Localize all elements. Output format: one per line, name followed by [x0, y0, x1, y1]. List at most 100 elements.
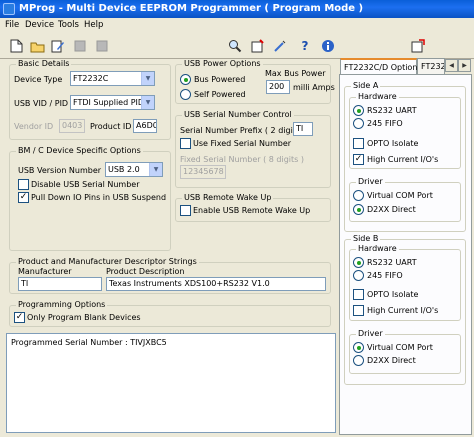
vendor-id-label: Vendor ID — [14, 122, 54, 131]
side-b-uart-radio[interactable] — [353, 257, 364, 268]
pulldown-label: Pull Down IO Pins in USB Suspend — [31, 193, 167, 202]
side-a-vcp-label: Virtual COM Port — [367, 191, 433, 200]
product-description-input[interactable]: Texas Instruments XDS100+RS232 V1.0 — [106, 277, 326, 291]
help-icon[interactable]: ? — [295, 36, 315, 56]
chevron-left-icon[interactable]: ◀ — [445, 59, 458, 72]
menu-file[interactable]: File — [5, 20, 19, 30]
manufacturer-label: Manufacturer — [18, 267, 72, 276]
side-a-fifo-label: 245 FIFO — [367, 119, 403, 128]
chevron-down-icon: ▼ — [149, 163, 162, 176]
manufacturer-input[interactable]: TI — [18, 277, 102, 291]
bm-options-title: BM / C Device Specific Options — [16, 146, 143, 155]
app-icon — [3, 3, 15, 15]
exit-icon[interactable] — [408, 36, 428, 56]
pulldown-checkbox[interactable]: ✓ — [18, 192, 29, 203]
chevron-down-icon: ▼ — [141, 72, 154, 85]
side-b-opto-label: OPTO Isolate — [367, 290, 419, 299]
tab-ft2232-options[interactable]: FT2232C/D Options — [340, 58, 422, 75]
side-a-opto-label: OPTO Isolate — [367, 139, 419, 148]
product-id-label: Product ID — [90, 122, 132, 131]
disable-serial-label: Disable USB Serial Number — [31, 180, 140, 189]
vidpid-select[interactable]: FTDI Supplied PID ▼ — [70, 95, 155, 110]
menu-device[interactable]: Device — [25, 20, 54, 30]
side-b-high-current-checkbox[interactable] — [353, 305, 364, 316]
chevron-down-icon: ▼ — [141, 96, 154, 109]
side-b-vcp-radio[interactable] — [353, 342, 364, 353]
bus-powered-label: Bus Powered — [194, 75, 246, 84]
side-b-d2xx-label: D2XX Direct — [367, 356, 416, 365]
side-a-high-current-checkbox[interactable]: ✓ — [353, 154, 364, 165]
programming-options-title: Programming Options — [16, 300, 108, 309]
side-a-driver-title: Driver — [356, 177, 385, 186]
program-icon[interactable] — [248, 36, 268, 56]
title-bar: MProg - Multi Device EEPROM Programmer (… — [0, 0, 474, 18]
menu-bar: File Device Tools Help — [0, 18, 474, 33]
side-a-opto-checkbox[interactable] — [353, 138, 364, 149]
vendor-id-input[interactable]: 0403 — [59, 119, 85, 133]
only-blank-label: Only Program Blank Devices — [27, 313, 141, 322]
disabled-icon[interactable] — [70, 36, 90, 56]
max-bus-power-input[interactable]: 200 — [266, 80, 290, 94]
serial-prefix-input[interactable]: TI — [293, 122, 313, 136]
side-b-opto-checkbox[interactable] — [353, 289, 364, 300]
usb-version-label: USB Version Number — [18, 166, 102, 175]
side-a-d2xx-radio[interactable] — [353, 204, 364, 215]
tab-body: Side A Hardware RS232 UART 245 FIFO OPTO… — [339, 74, 472, 435]
chevron-right-icon[interactable]: ▶ — [458, 59, 471, 72]
use-fixed-serial-checkbox[interactable] — [180, 138, 191, 149]
open-folder-icon[interactable] — [27, 36, 47, 56]
edit-icon[interactable] — [48, 36, 68, 56]
side-b-uart-label: RS232 UART — [367, 258, 417, 267]
device-type-value: FT2232C — [73, 74, 109, 83]
product-id-input[interactable]: A6D0 — [133, 119, 157, 133]
device-type-label: Device Type — [14, 75, 63, 84]
product-description-label: Product Description — [106, 267, 185, 276]
side-a-vcp-radio[interactable] — [353, 190, 364, 201]
basic-details-title: Basic Details — [16, 59, 72, 68]
only-blank-checkbox[interactable]: ✓ — [14, 312, 25, 323]
tab-ft232[interactable]: FT232 — [417, 58, 445, 74]
side-b-fifo-radio[interactable] — [353, 270, 364, 281]
toolbar: ? — [0, 33, 474, 59]
usb-version-select[interactable]: USB 2.0 ▼ — [105, 162, 163, 177]
self-powered-radio[interactable] — [180, 89, 191, 100]
side-b-driver-group: Driver — [349, 329, 461, 374]
serial-prefix-label: Serial Number Prefix ( 2 digits ) — [180, 126, 306, 135]
usb-version-value: USB 2.0 — [108, 165, 140, 174]
remote-wake-title: USB Remote Wake Up — [182, 193, 274, 202]
bus-powered-radio[interactable] — [180, 74, 191, 85]
output-log[interactable]: Programmed Serial Number : TIVJXBC5 — [6, 333, 336, 433]
new-file-icon[interactable] — [6, 36, 26, 56]
search-icon[interactable] — [225, 36, 245, 56]
use-fixed-serial-label: Use Fixed Serial Number — [193, 139, 292, 148]
side-b-title: Side B — [351, 234, 381, 243]
side-a-d2xx-label: D2XX Direct — [367, 205, 416, 214]
side-a-uart-radio[interactable] — [353, 105, 364, 116]
serial-control-title: USB Serial Number Control — [182, 110, 294, 119]
side-a-title: Side A — [351, 81, 381, 90]
remote-wake-checkbox[interactable] — [180, 205, 191, 216]
wand-icon[interactable] — [270, 36, 290, 56]
side-b-driver-title: Driver — [356, 329, 385, 338]
side-b-d2xx-radio[interactable] — [353, 355, 364, 366]
self-powered-label: Self Powered — [194, 90, 246, 99]
log-line: Programmed Serial Number : TIVJXBC5 — [11, 338, 167, 347]
device-type-select[interactable]: FT2232C ▼ — [70, 71, 155, 86]
side-a-uart-label: RS232 UART — [367, 106, 417, 115]
menu-tools[interactable]: Tools — [58, 20, 79, 30]
disabled-icon[interactable] — [92, 36, 112, 56]
side-b-vcp-label: Virtual COM Port — [367, 343, 433, 352]
descriptor-strings-title: Product and Manufacturer Descriptor Stri… — [16, 257, 199, 266]
disable-serial-checkbox[interactable] — [18, 179, 29, 190]
info-icon[interactable] — [318, 36, 338, 56]
tab-scroll: ◀ ▶ — [445, 59, 471, 72]
side-a-driver-group: Driver — [349, 177, 461, 222]
options-tab-pane: FT2232C/D Options FT232 ◀ ▶ Side A Hardw… — [339, 58, 472, 435]
window-title: MProg - Multi Device EEPROM Programmer (… — [19, 3, 364, 14]
vidpid-value: FTDI Supplied PID — [73, 98, 145, 107]
menu-help[interactable]: Help — [84, 20, 103, 30]
fixed-serial-label: Fixed Serial Number ( 8 digits ) — [180, 155, 304, 164]
max-bus-power-label: Max Bus Power — [265, 69, 326, 78]
fixed-serial-input[interactable]: 12345678 — [180, 165, 226, 179]
side-a-fifo-radio[interactable] — [353, 118, 364, 129]
